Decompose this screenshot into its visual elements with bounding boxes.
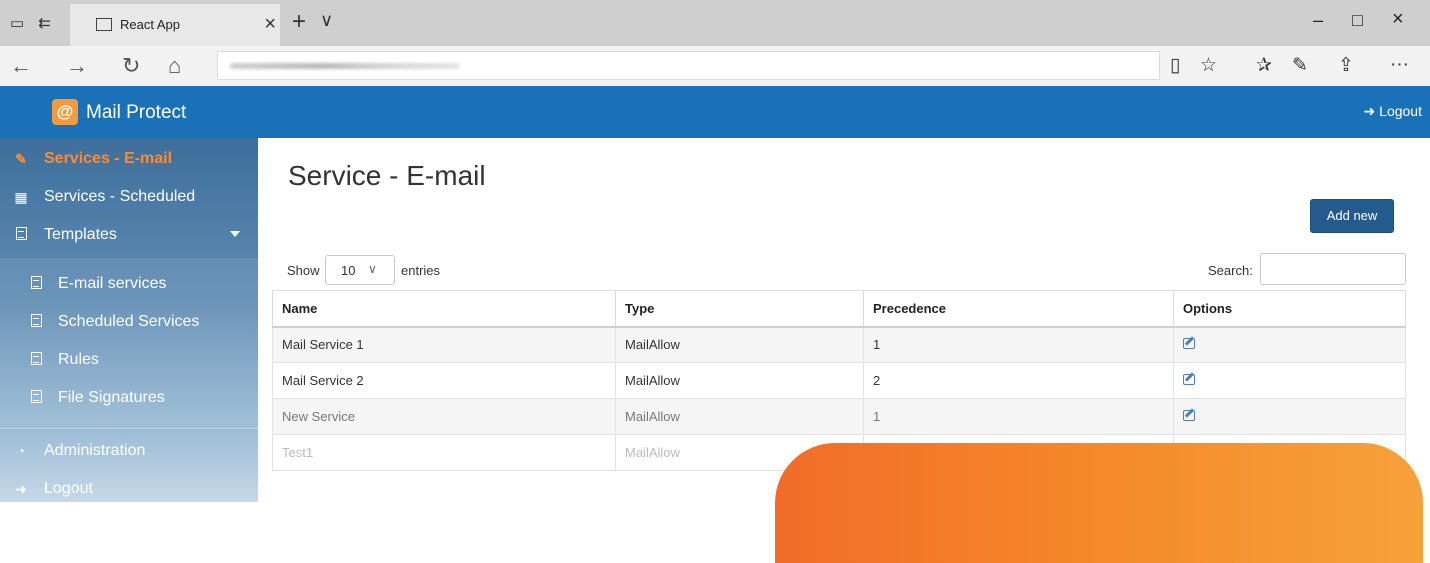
entries-length-value: 10 [341, 263, 356, 278]
cell-precedence: 1 [863, 326, 1174, 363]
cell-precedence: 1 [863, 398, 1174, 435]
cell-type: MailAllow [615, 326, 864, 363]
back-icon[interactable]: ← [10, 53, 32, 79]
document-icon [28, 352, 44, 368]
orange-overlay-card [775, 443, 1423, 563]
cell-name: Mail Service 1 [272, 326, 616, 363]
minimize-icon[interactable]: – [1313, 10, 1323, 31]
show-label: Show [287, 263, 320, 278]
column-header-precedence[interactable]: Precedence [863, 290, 1174, 328]
set-aside-tabs-icon[interactable]: ⇇ [38, 14, 51, 32]
tab-actions: ▭ ⇇ [10, 14, 51, 32]
cell-type: MailAllow [615, 398, 864, 435]
sidebar-subitem-label: E-mail services [58, 275, 167, 292]
logout-icon: ➜ [15, 481, 27, 497]
tab-title: React App [120, 17, 180, 32]
edit-icon[interactable] [1183, 338, 1195, 350]
more-icon[interactable]: ··· [1390, 54, 1409, 76]
browser-tab-bar: ▭ ⇇ React App × + ∨ – □ × [0, 0, 1430, 46]
sidebar-item-logout[interactable]: ➜ Logout [0, 472, 258, 508]
page-icon [96, 18, 112, 31]
share-icon[interactable]: ⇪ [1338, 54, 1354, 77]
sidebar-subitem-label: File Signatures [58, 389, 165, 406]
cell-name: New Service [272, 398, 616, 435]
sidebar-item-label: Administration [44, 442, 146, 459]
browser-tab[interactable]: React App × [70, 4, 280, 46]
sidebar-item-label: Templates [44, 226, 117, 243]
cell-precedence: 2 [863, 362, 1174, 399]
dashboard-icon: ◔ [16, 443, 26, 459]
edit-icon[interactable] [1183, 410, 1195, 421]
close-tab-icon[interactable]: × [264, 13, 276, 36]
reading-view-icon[interactable]: ▯ [1170, 54, 1180, 77]
mail-protect-logo: @ [52, 99, 78, 125]
cell-options [1173, 326, 1406, 363]
brand-title[interactable]: Mail Protect [86, 102, 186, 124]
cell-name: Test1 [272, 434, 616, 471]
new-tab-icon[interactable]: + [292, 8, 306, 36]
sidebar-item-label: Services - E-mail [44, 150, 173, 167]
column-header-options[interactable]: Options [1173, 290, 1406, 328]
sidebar-item-label: Logout [44, 480, 93, 497]
cell-options [1173, 362, 1406, 399]
browser-address-bar: ← → ↻ ⌂ ▯ ☆ ✰ ✎ ⇪ ··· [0, 46, 1430, 86]
sidebar-subitem-label: Scheduled Services [58, 313, 200, 330]
tab-menu-icon[interactable]: ∨ [320, 10, 333, 31]
sidebar-item-templates[interactable]: Templates [0, 218, 258, 254]
entries-length-select[interactable]: 10 ∨ [325, 255, 395, 285]
cell-options [1173, 398, 1406, 435]
sidebar-subitem-email-services[interactable]: E-mail services [0, 266, 258, 304]
sidebar-subitem-file-signatures[interactable]: File Signatures [0, 380, 258, 418]
sidebar-item-services-scheduled[interactable]: ▦ Services - Scheduled [0, 180, 258, 216]
page-title: Service - E-mail [288, 160, 486, 191]
caret-down-icon [230, 231, 240, 237]
url-field[interactable] [217, 51, 1160, 80]
sidebar-item-services-email[interactable]: ✎ Services - E-mail [0, 142, 258, 178]
cell-name: Mail Service 2 [272, 362, 616, 399]
window-close-icon[interactable]: × [1392, 8, 1404, 31]
chevron-down-icon: ∨ [368, 262, 377, 276]
refresh-icon[interactable]: ↻ [122, 53, 140, 79]
blurred-url [230, 63, 460, 69]
templates-submenu: E-mail services Scheduled Services Rules… [0, 258, 258, 428]
wrench-icon: ✎ [15, 151, 27, 167]
sidebar-subitem-scheduled-services[interactable]: Scheduled Services [0, 304, 258, 342]
tab-preview-icon[interactable]: ▭ [10, 14, 24, 32]
header-logout-link[interactable]: ➜ Logout [1364, 103, 1422, 120]
maximize-icon[interactable]: □ [1352, 10, 1363, 31]
home-icon[interactable]: ⌂ [168, 53, 181, 79]
entries-label: entries [401, 263, 441, 278]
sidebar-subitem-rules[interactable]: Rules [0, 342, 258, 380]
cell-type: MailAllow [615, 362, 864, 399]
sidebar-divider [0, 428, 258, 429]
column-header-type[interactable]: Type [615, 290, 864, 328]
favorite-star-icon[interactable]: ☆ [1200, 54, 1217, 77]
table-header-row: Name Type Precedence Options [272, 290, 1406, 328]
edit-icon[interactable] [1183, 374, 1195, 385]
column-header-name[interactable]: Name [272, 290, 616, 328]
sidebar-item-label: Services - Scheduled [44, 188, 196, 205]
table-row: Mail Service 2 MailAllow 2 [272, 362, 1406, 399]
sidebar-item-administration[interactable]: ◔ Administration [0, 434, 258, 470]
app-header: @ Mail Protect ➜ Logout [0, 86, 1430, 138]
document-icon [12, 227, 30, 243]
sidebar-subitem-label: Rules [58, 351, 99, 368]
web-notes-icon[interactable]: ✎ [1292, 54, 1308, 77]
document-icon [28, 390, 44, 406]
favorites-hub-icon[interactable]: ✰ [1256, 54, 1272, 77]
search-label: Search: [1208, 263, 1253, 278]
table-row: Mail Service 1 MailAllow 1 [272, 326, 1406, 363]
document-icon [28, 314, 44, 330]
add-new-button[interactable]: Add new [1310, 199, 1394, 233]
sidebar: ✎ Services - E-mail ▦ Services - Schedul… [0, 138, 258, 502]
forward-icon[interactable]: → [66, 53, 88, 79]
table-row: New Service MailAllow 1 [272, 398, 1406, 435]
search-input[interactable] [1260, 253, 1406, 285]
calendar-icon: ▦ [14, 189, 28, 205]
document-icon [28, 276, 44, 292]
